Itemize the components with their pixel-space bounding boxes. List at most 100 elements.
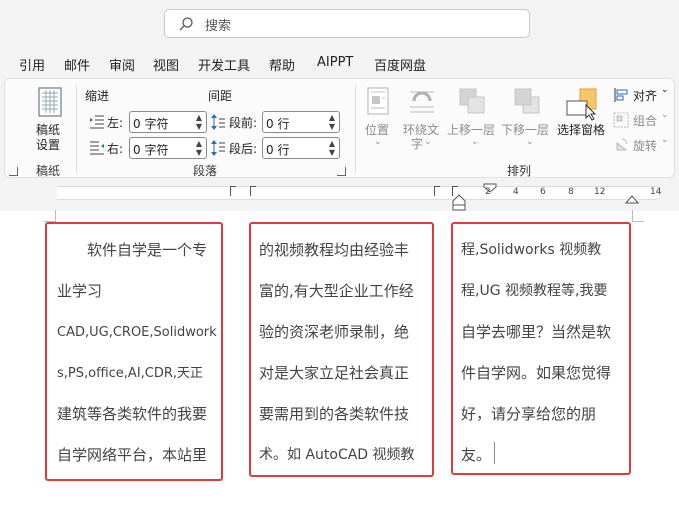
indent-right-label: 右:	[107, 142, 124, 156]
horizontal-ruler[interactable]	[57, 186, 657, 200]
right-indent-marker-icon[interactable]	[625, 193, 639, 205]
ruler-tick: 6	[540, 187, 546, 197]
tab-help[interactable]: 帮助	[269, 55, 295, 74]
column-line: 术。如 AutoCAD 视频教	[259, 447, 415, 463]
search-box[interactable]: 搜索	[164, 9, 530, 38]
ruler-tick: 14	[650, 187, 662, 197]
spin-arrows-icon[interactable]: ▲ ▼	[329, 113, 335, 131]
spacing-after-label: 段后:	[229, 142, 258, 156]
wrap-text-icon	[410, 91, 434, 113]
left-indent-marker-icon[interactable]	[452, 193, 466, 211]
spacing-after-value: 0 行	[266, 143, 290, 157]
indent-right-value: 0 字符	[133, 143, 169, 157]
text-cursor	[494, 442, 495, 464]
column-line: 软件自学是一个专	[57, 241, 208, 259]
column-line: 富的,有大型企业工作经	[259, 282, 414, 300]
column-line: 对是大家立足社会真正	[259, 364, 410, 382]
group-separator	[76, 85, 77, 173]
column-line: 件自学网。如果您觉得	[461, 364, 612, 382]
ribbon-panel: 稿纸 设置 稿纸 缩进 间距 左: 0 字符 ▲ ▼ 右: 0 字符 ▲ ▼ 段…	[4, 78, 675, 178]
rotate-chevron-icon[interactable]: ⌄	[661, 135, 669, 145]
column-line: 好，请分享给您的朋	[461, 405, 597, 423]
text-column-3[interactable]: 程,Solidworks 视频教 程,UG 视频教程等,我要 自学去哪里？当然是…	[451, 222, 631, 475]
spacing-header: 间距	[208, 89, 233, 103]
align-button[interactable]: 对齐	[633, 87, 657, 104]
spin-arrows-icon[interactable]: ▲ ▼	[196, 139, 202, 157]
arrange-group-label: 排列	[507, 164, 532, 178]
indent-right-spinner[interactable]: 0 字符 ▲ ▼	[129, 137, 207, 159]
tab-aippt[interactable]: AIPPT	[317, 55, 353, 70]
tab-view[interactable]: 视图	[153, 55, 179, 74]
align-icon	[614, 88, 628, 102]
tab-developer[interactable]: 开发工具	[198, 55, 250, 74]
group-chevron-icon[interactable]: ⌄	[661, 110, 669, 120]
ribbon-tabs: 引用 邮件 审阅 视图 开发工具 帮助 AIPPT 百度网盘	[0, 48, 679, 78]
spacing-before-label: 段前:	[229, 116, 258, 130]
manuscript-launcher-icon[interactable]	[9, 167, 18, 176]
tab-references[interactable]: 引用	[19, 55, 45, 74]
text-column-1[interactable]: 软件自学是一个专 业学习 CAD,UG,CROE,Solidwork s,PS,…	[45, 222, 223, 481]
paragraph-launcher-icon[interactable]	[337, 167, 346, 176]
margin-corner-mark	[632, 210, 644, 222]
selection-pane-button[interactable]: 选择窗格	[557, 121, 605, 138]
column-line: 的视频教程均由经验丰	[259, 241, 410, 259]
indent-left-spinner[interactable]: 0 字符 ▲ ▼	[129, 111, 207, 133]
indent-left-label: 左:	[107, 116, 124, 130]
position-button[interactable]: 位置	[365, 121, 389, 138]
text-column-2[interactable]: 的视频教程均由经验丰 富的,有大型企业工作经 验的资深老师录制，绝 对是大家立足…	[249, 222, 434, 477]
column-line: 自学去哪里？当然是软	[461, 323, 612, 341]
column-marker-icon[interactable]	[434, 186, 440, 196]
ruler-tick: 2	[485, 187, 491, 197]
align-chevron-icon[interactable]: ⌄	[661, 85, 669, 95]
wrap-text-label-2[interactable]: 字	[411, 135, 423, 152]
tab-review[interactable]: 审阅	[109, 55, 135, 74]
spacing-after-spinner[interactable]: 0 行 ▲ ▼	[262, 137, 340, 159]
search-icon	[179, 17, 193, 31]
column-line: CAD,UG,CROE,Solidwork	[57, 325, 217, 340]
bring-forward-chevron-icon[interactable]: ⌄	[471, 137, 479, 147]
spacing-after-icon	[211, 140, 225, 156]
column-line: 建筑等各类软件的我要	[57, 405, 208, 423]
rotate-button[interactable]: 旋转	[633, 137, 657, 154]
spacing-before-value: 0 行	[266, 117, 290, 131]
indent-left-value: 0 字符	[133, 117, 169, 131]
column-marker-icon[interactable]	[250, 186, 256, 196]
group-button[interactable]: 组合	[633, 112, 657, 129]
bring-forward-button[interactable]: 上移一层	[447, 121, 495, 138]
rotate-icon	[616, 138, 628, 151]
column-line: 要需用到的各类软件技	[259, 405, 410, 423]
column-line: 自学网络平台，本站里	[57, 446, 208, 464]
indent-header: 缩进	[85, 89, 110, 103]
spacing-before-spinner[interactable]: 0 行 ▲ ▼	[262, 111, 340, 133]
ruler-tick: 12	[594, 187, 606, 197]
column-line: 程,Solidworks 视频教	[461, 242, 602, 258]
group-icon	[613, 112, 629, 128]
paragraph-group-label: 段落	[193, 164, 218, 178]
selection-pane-icon	[566, 88, 597, 121]
manuscript-group-label: 稿纸	[36, 164, 61, 178]
tab-baidu-netdisk[interactable]: 百度网盘	[374, 55, 426, 74]
indent-left-icon	[90, 115, 104, 129]
indent-right-icon	[90, 141, 104, 155]
margin-corner-mark	[44, 210, 56, 222]
tab-mailings[interactable]: 邮件	[64, 55, 90, 74]
send-backward-button[interactable]: 下移一层	[501, 121, 549, 138]
column-line: 友。	[461, 446, 492, 464]
column-line: s,PS,office,AI,CDR,天正	[57, 366, 204, 381]
ruler-tick: 8	[568, 187, 574, 197]
position-icon	[367, 87, 389, 115]
manuscript-setup-label-2[interactable]: 设置	[36, 136, 60, 153]
column-line: 验的资深老师录制，绝	[259, 323, 410, 341]
wrap-text-chevron-icon[interactable]: ⌄	[424, 137, 432, 147]
column-line: 业学习	[57, 282, 103, 300]
search-placeholder: 搜索	[205, 19, 232, 34]
send-backward-icon	[514, 88, 540, 114]
ruler-tick: 4	[513, 187, 519, 197]
column-marker-icon[interactable]	[230, 186, 236, 196]
spin-arrows-icon[interactable]: ▲ ▼	[196, 113, 202, 131]
bring-forward-icon	[459, 88, 485, 114]
position-chevron-icon[interactable]: ⌄	[374, 137, 382, 147]
send-backward-chevron-icon[interactable]: ⌄	[526, 137, 534, 147]
group-separator	[355, 85, 356, 173]
spin-arrows-icon[interactable]: ▲ ▼	[329, 139, 335, 157]
